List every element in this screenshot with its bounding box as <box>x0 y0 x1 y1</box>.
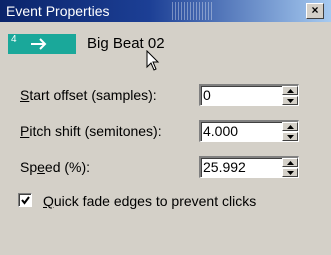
arrow-down-icon <box>287 135 294 139</box>
close-button[interactable]: × <box>306 3 324 19</box>
speed-field[interactable] <box>199 156 299 178</box>
return-arrow-icon <box>30 37 48 54</box>
speed-up-button[interactable] <box>282 158 298 167</box>
window-title: Event Properties <box>6 3 110 19</box>
pitch-shift-down-button[interactable] <box>282 132 298 141</box>
start-offset-label: Start offset (samples): <box>20 87 157 103</box>
start-offset-up-button[interactable] <box>282 86 298 95</box>
quick-fade-label[interactable]: Quick fade edges to prevent clicks <box>43 193 256 209</box>
arrow-down-icon <box>287 171 294 175</box>
speed-label: Speed (%): <box>20 159 91 175</box>
arrow-up-icon <box>287 161 294 165</box>
pitch-shift-spinner <box>282 122 298 141</box>
event-number: 4 <box>11 34 17 45</box>
start-offset-field[interactable] <box>199 84 299 106</box>
start-offset-input[interactable] <box>201 86 273 104</box>
speed-spinner <box>282 158 298 177</box>
arrow-up-icon <box>287 89 294 93</box>
event-properties-window: Event Properties × 4 Big Beat 02 Start o… <box>0 0 331 255</box>
pitch-shift-field[interactable] <box>199 120 299 142</box>
arrow-down-icon <box>287 99 294 103</box>
mouse-pointer-icon <box>146 49 160 75</box>
speed-down-button[interactable] <box>282 168 298 177</box>
event-badge: 4 <box>8 34 76 54</box>
quick-fade-checkbox[interactable] <box>18 193 32 207</box>
drag-grip[interactable] <box>172 2 212 20</box>
pitch-shift-up-button[interactable] <box>282 122 298 131</box>
pitch-shift-label: Pitch shift (semitones): <box>20 123 162 139</box>
checkmark-icon <box>21 196 30 205</box>
start-offset-spinner <box>282 86 298 105</box>
title-bar[interactable]: Event Properties × <box>0 0 331 22</box>
speed-input[interactable] <box>201 158 273 176</box>
start-offset-down-button[interactable] <box>282 96 298 105</box>
arrow-up-icon <box>287 125 294 129</box>
pitch-shift-input[interactable] <box>201 122 273 140</box>
